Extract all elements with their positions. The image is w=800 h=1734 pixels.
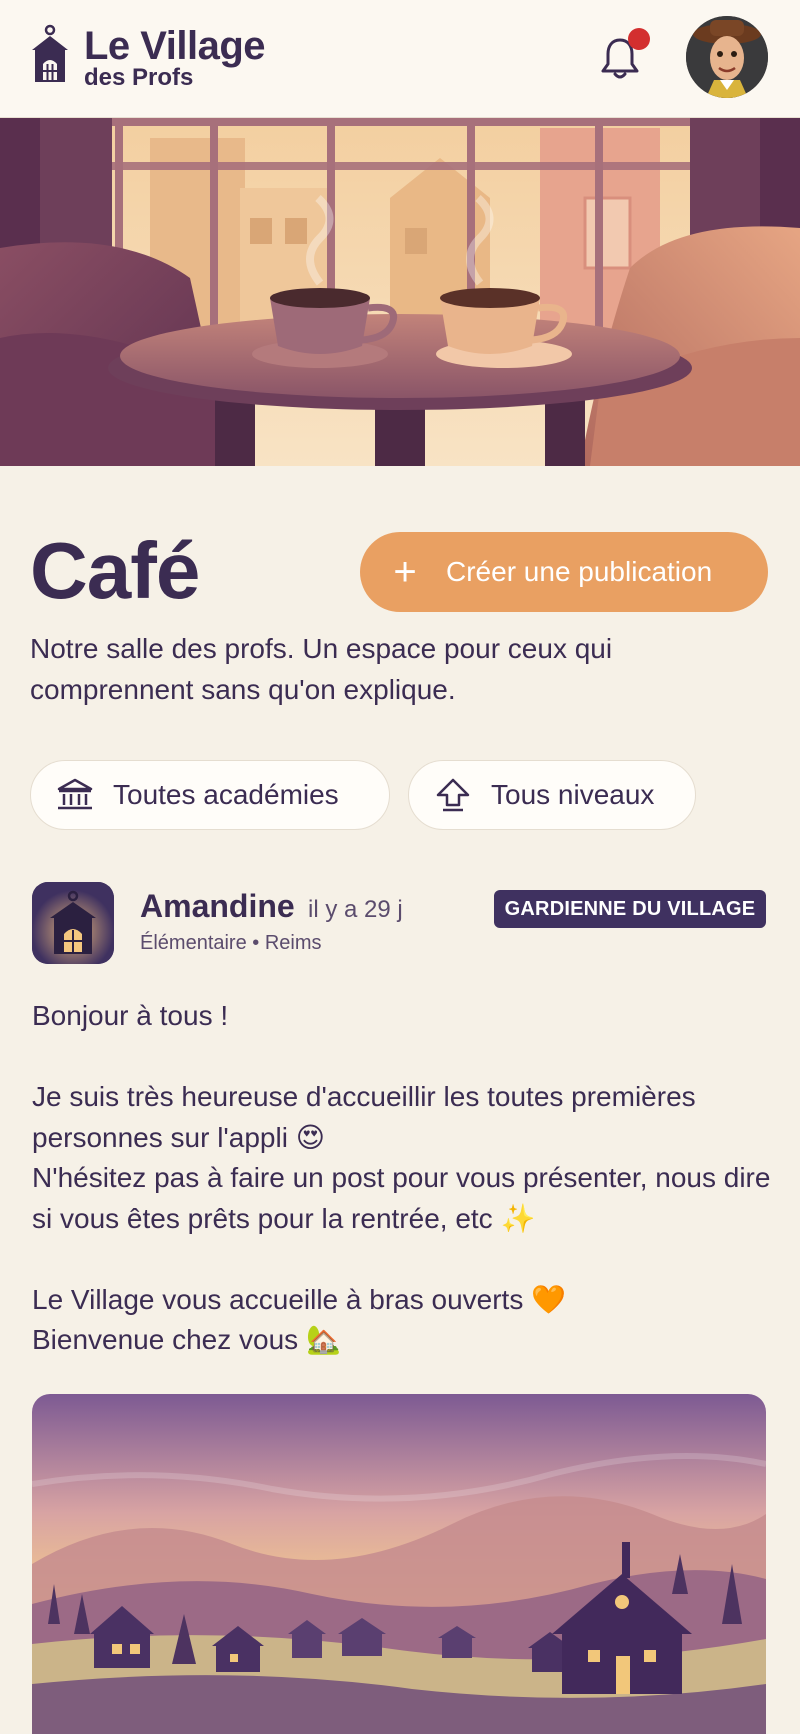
lantern-house-icon	[32, 24, 68, 82]
role-badge: GARDIENNE DU VILLAGE	[494, 890, 766, 928]
filter-academies[interactable]: Toutes académies	[30, 760, 390, 830]
user-avatar[interactable]	[686, 16, 768, 98]
create-post-label: Créer une publication	[446, 556, 713, 587]
page-intro: Notre salle des profs. Un espace pour ce…	[30, 633, 613, 705]
create-post-button[interactable]: + Créer une publication	[360, 532, 768, 612]
institution-icon	[57, 778, 93, 810]
page-title: Café	[30, 526, 200, 615]
filter-levels[interactable]: Tous niveaux	[408, 760, 696, 830]
app-logo[interactable]: Le Village des Profs	[28, 24, 266, 91]
avatar-image	[686, 16, 768, 98]
post-author-avatar[interactable]	[32, 882, 114, 964]
level-up-icon	[436, 778, 470, 812]
post-timestamp: il y a 29 j	[308, 896, 403, 923]
plus-icon: +	[393, 550, 417, 594]
post-body: Bonjour à tous ! Je suis très heureuse d…	[32, 1000, 771, 1355]
filter-levels-label: Tous niveaux	[491, 779, 655, 810]
filter-academies-label: Toutes académies	[113, 779, 339, 810]
post-image[interactable]	[32, 1394, 766, 1734]
logo-subtitle: des Profs	[84, 64, 194, 91]
logo-title: Le Village	[84, 24, 266, 68]
post-author-meta: Élémentaire • Reims	[140, 932, 322, 954]
lantern-house-icon	[32, 882, 114, 964]
post-author-name[interactable]: Amandine	[140, 888, 295, 925]
notification-badge	[628, 28, 650, 50]
app-header: Le Village des Profs	[0, 0, 800, 118]
hero-illustration	[0, 118, 800, 466]
